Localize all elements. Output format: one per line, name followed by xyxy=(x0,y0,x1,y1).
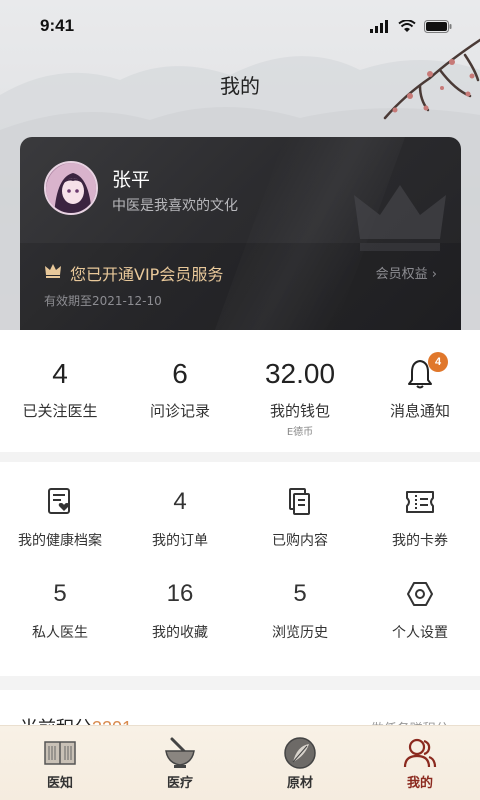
stat-consultations[interactable]: 6 问诊记录 xyxy=(120,330,240,452)
user-motto: 中医是我喜欢的文化 xyxy=(112,198,238,214)
vip-card[interactable]: 张平 中医是我喜欢的文化 您已开通VIP会员服务 有效期至2021-12-10 … xyxy=(20,137,461,330)
vip-expire-date: 有效期至2021-12-10 xyxy=(44,294,162,308)
stat-wallet[interactable]: 32.00 我的钱包 E德币 xyxy=(240,330,360,452)
menu-orders[interactable]: 4 我的订单 xyxy=(120,482,240,574)
tab-yuancai[interactable]: 原材 xyxy=(240,726,360,800)
tab-label: 医知 xyxy=(46,776,73,791)
wifi-icon xyxy=(398,19,416,32)
menu-label: 我的订单 xyxy=(152,533,208,549)
stat-label: 我的钱包 xyxy=(269,402,330,420)
stat-value: 32.00 xyxy=(264,358,336,389)
vip-status-text: 您已开通VIP会员服务 xyxy=(70,265,224,284)
menu-label: 我的健康档案 xyxy=(18,533,102,549)
tab-bar: 医知 医疗 原材 我的 xyxy=(0,725,480,800)
signal-icon xyxy=(370,19,388,33)
stat-value: 6 xyxy=(172,358,188,389)
status-time: 9:41 xyxy=(40,16,75,35)
stat-label: 问诊记录 xyxy=(149,402,210,420)
page-title: 我的 xyxy=(220,74,260,98)
menu-history[interactable]: 5 浏览历史 xyxy=(240,574,360,666)
menu-grid: 我的健康档案 4 我的订单 已购内容 我的卡券 5 私人医生 16 我的收藏 5… xyxy=(0,462,480,676)
status-bar: 9:41 xyxy=(0,0,480,56)
tab-mine[interactable]: 我的 xyxy=(360,726,480,800)
menu-purchased[interactable]: 已购内容 xyxy=(240,482,360,574)
menu-settings[interactable]: 个人设置 xyxy=(360,574,480,666)
menu-private-doctor[interactable]: 5 私人医生 xyxy=(0,574,120,666)
status-icons xyxy=(370,19,452,33)
menu-label: 私人医生 xyxy=(32,625,88,641)
tab-yiliao[interactable]: 医疗 xyxy=(120,726,240,800)
menu-label: 已购内容 xyxy=(272,533,328,549)
vip-row xyxy=(20,243,461,330)
stat-notifications[interactable]: 4 消息通知 xyxy=(360,330,480,452)
menu-health-record[interactable]: 我的健康档案 xyxy=(0,482,120,574)
mortar-icon xyxy=(165,737,195,768)
menu-label: 我的卡券 xyxy=(392,533,448,549)
user-name: 张平 xyxy=(112,169,151,191)
tab-label: 我的 xyxy=(406,776,433,791)
notification-badge: 4 xyxy=(428,352,448,372)
ticket-icon xyxy=(406,491,434,513)
menu-count: 16 xyxy=(166,580,194,607)
stat-value: 4 xyxy=(52,358,68,389)
menu-label: 我的收藏 xyxy=(152,625,208,641)
menu-label: 浏览历史 xyxy=(272,625,328,641)
book-icon xyxy=(44,741,76,765)
vip-crown-icon xyxy=(45,264,61,278)
menu-label: 个人设置 xyxy=(392,625,448,641)
menu-count: 5 xyxy=(53,580,67,607)
tab-label: 原材 xyxy=(286,776,313,791)
settings-icon xyxy=(407,582,433,606)
menu-count: 5 xyxy=(293,580,307,607)
menu-count: 4 xyxy=(173,488,187,515)
user-icon xyxy=(403,738,437,768)
stats-row: 4 已关注医生 6 问诊记录 32.00 我的钱包 E德币 4 消息通知 xyxy=(0,330,480,452)
stat-label: 已关注医生 xyxy=(22,402,98,420)
herb-icon xyxy=(284,737,316,769)
points-section[interactable]: 当前积分3201 做任务赚积分 › xyxy=(0,690,480,730)
avatar-image xyxy=(46,163,96,213)
health-record-icon xyxy=(48,488,70,514)
stat-label: 消息通知 xyxy=(389,402,450,420)
stat-followed-doctors[interactable]: 4 已关注医生 xyxy=(0,330,120,452)
vip-rights-link[interactable]: 会员权益 › xyxy=(376,263,437,282)
battery-icon xyxy=(424,19,452,33)
documents-icon xyxy=(289,488,310,515)
tab-label: 医疗 xyxy=(166,776,193,791)
menu-favorites[interactable]: 16 我的收藏 xyxy=(120,574,240,666)
tab-yizhi[interactable]: 医知 xyxy=(0,726,120,800)
menu-coupons[interactable]: 我的卡券 xyxy=(360,482,480,574)
avatar[interactable] xyxy=(44,161,98,215)
stat-sub: E德币 xyxy=(286,427,314,438)
